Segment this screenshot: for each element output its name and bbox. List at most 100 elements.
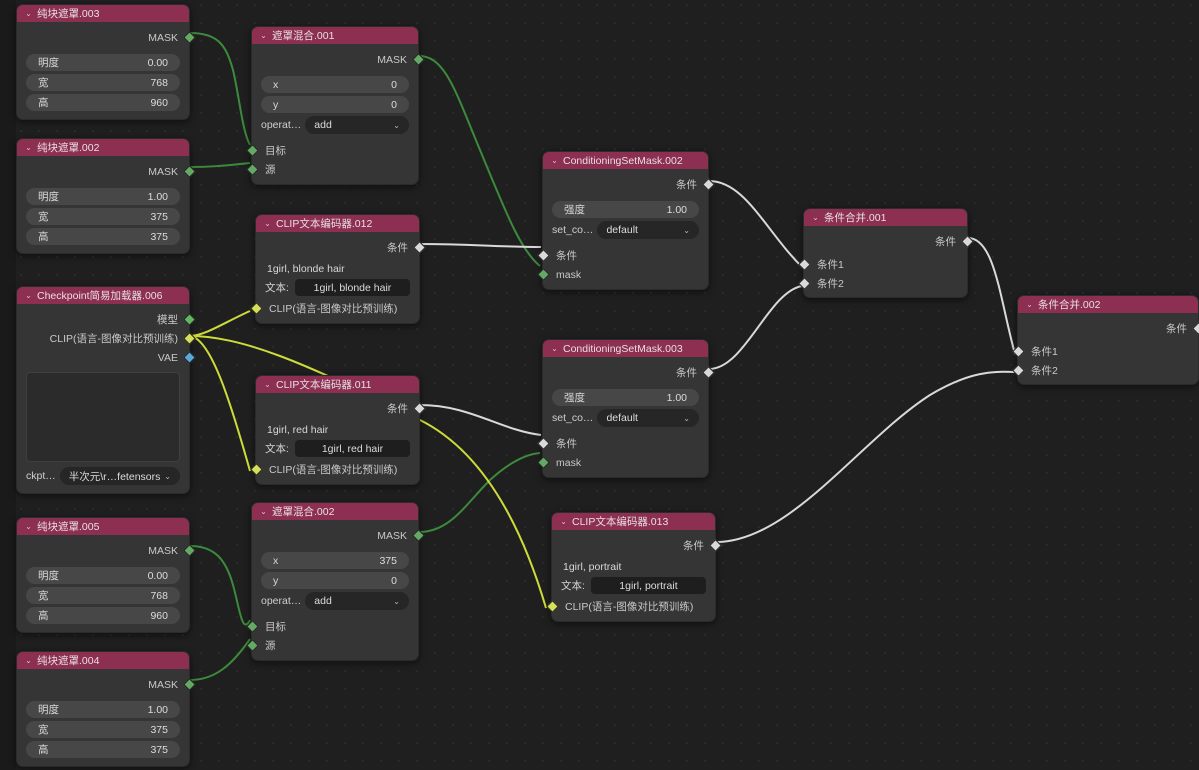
collapse-chevron-icon[interactable]: ⌄ <box>549 156 560 165</box>
node-title-bar[interactable]: ⌄ 纯块遮罩.003 <box>17 5 189 22</box>
chevron-down-icon[interactable]: ⌄ <box>683 414 690 423</box>
widget-width[interactable]: 宽 768 <box>26 587 180 604</box>
collapse-chevron-icon[interactable]: ⌄ <box>23 522 34 531</box>
node-title-bar[interactable]: ⌄ CLIP文本编码器.013 <box>552 513 715 530</box>
collapse-chevron-icon[interactable]: ⌄ <box>1024 300 1035 309</box>
input-port-source[interactable]: 源 <box>246 160 418 179</box>
node-title-bar[interactable]: ⌄ 纯块遮罩.004 <box>17 652 189 669</box>
output-port-conditioning[interactable]: 条件 <box>804 232 974 251</box>
conditioning-port-icon[interactable] <box>1192 322 1199 335</box>
widget-height[interactable]: 高 960 <box>26 607 180 624</box>
output-port-clip[interactable]: CLIP(语言-图像对比预训练) <box>17 329 196 348</box>
text-widget-input[interactable]: 1girl, portrait <box>590 577 706 594</box>
widget-width[interactable]: 宽 375 <box>26 721 180 738</box>
node-title-bar[interactable]: ⌄ 条件合并.002 <box>1018 296 1198 313</box>
input-port-conditioning[interactable]: 条件 <box>537 434 708 453</box>
widget-x[interactable]: x 375 <box>261 552 409 569</box>
node-title-bar[interactable]: ⌄ ConditioningSetMask.002 <box>543 152 708 169</box>
widget-height[interactable]: 高 375 <box>26 228 180 245</box>
node-title-bar[interactable]: ⌄ 纯块遮罩.005 <box>17 518 189 535</box>
output-port-mask[interactable]: MASK <box>17 541 196 560</box>
widget-brightness[interactable]: 明度 1.00 <box>26 188 180 205</box>
text-widget-input[interactable]: 1girl, blonde hair <box>294 279 410 296</box>
operation-select[interactable]: add ⌄ <box>305 116 409 134</box>
widget-strength[interactable]: 强度 1.00 <box>552 389 699 406</box>
widget-height[interactable]: 高 960 <box>26 94 180 111</box>
collapse-chevron-icon[interactable]: ⌄ <box>262 380 273 389</box>
node-title-bar[interactable]: ⌄ 遮罩混合.002 <box>252 503 418 520</box>
text-widget-row[interactable]: 文本: 1girl, portrait <box>561 577 706 594</box>
collapse-chevron-icon[interactable]: ⌄ <box>23 291 34 300</box>
collapse-chevron-icon[interactable]: ⌄ <box>23 9 34 18</box>
operation-row[interactable]: operat… add ⌄ <box>261 116 409 134</box>
node-conditioning-set-mask-002[interactable]: ⌄ ConditioningSetMask.002 条件 强度 1.00 set… <box>537 151 715 290</box>
input-port-destination[interactable]: 目标 <box>246 141 418 160</box>
node-solid-mask-002[interactable]: ⌄ 纯块遮罩.002 MASK 明度 1.00 宽 375 高 375 <box>16 138 196 254</box>
text-widget-row[interactable]: 文本: 1girl, red hair <box>265 440 410 457</box>
node-clip-text-encode-011[interactable]: ⌄ CLIP文本编码器.011 条件 1girl, red hair 文本: 1… <box>250 375 426 485</box>
text-widget-input[interactable]: 1girl, red hair <box>294 440 410 457</box>
input-port-mask[interactable]: mask <box>537 453 708 472</box>
collapse-chevron-icon[interactable]: ⌄ <box>549 344 560 353</box>
node-mask-composite-002[interactable]: ⌄ 遮罩混合.002 MASK x 375 y 0 operat… add ⌄ … <box>246 502 425 661</box>
input-port-clip[interactable]: CLIP(语言-图像对比预训练) <box>546 597 715 616</box>
widget-strength[interactable]: 强度 1.00 <box>552 201 699 218</box>
node-solid-mask-005[interactable]: ⌄ 纯块遮罩.005 MASK 明度 0.00 宽 768 高 960 <box>16 517 196 633</box>
collapse-chevron-icon[interactable]: ⌄ <box>558 517 569 526</box>
output-port-mask[interactable]: MASK <box>17 162 196 181</box>
node-title-bar[interactable]: ⌄ 纯块遮罩.002 <box>17 139 189 156</box>
input-port-clip[interactable]: CLIP(语言-图像对比预训练) <box>250 460 419 479</box>
input-port-conditioning-2[interactable]: 条件2 <box>1012 361 1198 380</box>
input-port-mask[interactable]: mask <box>537 265 708 284</box>
operation-row[interactable]: operat… add ⌄ <box>261 592 409 610</box>
collapse-chevron-icon[interactable]: ⌄ <box>262 219 273 228</box>
widget-brightness[interactable]: 明度 0.00 <box>26 54 180 71</box>
set-cond-area-select[interactable]: default ⌄ <box>597 409 699 427</box>
chevron-down-icon[interactable]: ⌄ <box>393 121 400 130</box>
widget-y[interactable]: y 0 <box>261 96 409 113</box>
node-title-bar[interactable]: ⌄ 条件合并.001 <box>804 209 967 226</box>
node-solid-mask-003[interactable]: ⌄ 纯块遮罩.003 MASK 明度 0.00 宽 768 高 960 <box>16 4 196 120</box>
output-port-vae[interactable]: VAE <box>17 348 196 367</box>
output-port-conditioning[interactable]: 条件 <box>543 175 715 194</box>
output-port-conditioning[interactable]: 条件 <box>256 238 426 257</box>
node-title-bar[interactable]: ⌄ 遮罩混合.001 <box>252 27 418 44</box>
ckpt-select[interactable]: 半次元\r…fetensors ⌄ <box>59 467 180 485</box>
node-conditioning-combine-001[interactable]: ⌄ 条件合并.001 条件 条件1 条件2 <box>798 208 974 298</box>
node-conditioning-set-mask-003[interactable]: ⌄ ConditioningSetMask.003 条件 强度 1.00 set… <box>537 339 715 478</box>
node-conditioning-combine-002[interactable]: ⌄ 条件合并.002 条件 条件1 条件2 <box>1012 295 1199 385</box>
output-port-model[interactable]: 模型 <box>17 310 196 329</box>
node-mask-composite-001[interactable]: ⌄ 遮罩混合.001 MASK x 0 y 0 operat… add ⌄ 目标 <box>246 26 425 185</box>
widget-brightness[interactable]: 明度 0.00 <box>26 567 180 584</box>
input-port-source[interactable]: 源 <box>246 636 418 655</box>
output-port-mask[interactable]: MASK <box>17 28 196 47</box>
collapse-chevron-icon[interactable]: ⌄ <box>258 31 269 40</box>
chevron-down-icon[interactable]: ⌄ <box>683 226 690 235</box>
widget-width[interactable]: 宽 768 <box>26 74 180 91</box>
input-port-conditioning-1[interactable]: 条件1 <box>798 255 967 274</box>
ckpt-name-row[interactable]: ckpt… 半次元\r…fetensors ⌄ <box>26 467 180 485</box>
input-port-conditioning-2[interactable]: 条件2 <box>798 274 967 293</box>
node-solid-mask-004[interactable]: ⌄ 纯块遮罩.004 MASK 明度 1.00 宽 375 高 375 <box>16 651 196 767</box>
node-title-bar[interactable]: ⌄ ConditioningSetMask.003 <box>543 340 708 357</box>
node-title-bar[interactable]: ⌄ Checkpoint简易加载器.006 <box>17 287 189 304</box>
node-clip-text-encode-012[interactable]: ⌄ CLIP文本编码器.012 条件 1girl, blonde hair 文本… <box>250 214 426 324</box>
operation-select[interactable]: add ⌄ <box>305 592 409 610</box>
widget-width[interactable]: 宽 375 <box>26 208 180 225</box>
input-port-conditioning-1[interactable]: 条件1 <box>1012 342 1198 361</box>
output-port-conditioning[interactable]: 条件 <box>543 363 715 382</box>
chevron-down-icon[interactable]: ⌄ <box>393 597 400 606</box>
collapse-chevron-icon[interactable]: ⌄ <box>23 143 34 152</box>
output-port-conditioning[interactable]: 条件 <box>256 399 426 418</box>
widget-x[interactable]: x 0 <box>261 76 409 93</box>
output-port-mask[interactable]: MASK <box>252 526 425 545</box>
output-port-mask[interactable]: MASK <box>252 50 425 69</box>
collapse-chevron-icon[interactable]: ⌄ <box>810 213 821 222</box>
set-cond-area-select[interactable]: default ⌄ <box>597 221 699 239</box>
input-port-clip[interactable]: CLIP(语言-图像对比预训练) <box>250 299 419 318</box>
output-port-conditioning[interactable]: 条件 <box>1018 319 1199 338</box>
set-cond-area-row[interactable]: set_co… default ⌄ <box>552 409 699 427</box>
node-title-bar[interactable]: ⌄ CLIP文本编码器.012 <box>256 215 419 232</box>
output-port-conditioning[interactable]: 条件 <box>552 536 722 555</box>
input-port-destination[interactable]: 目标 <box>246 617 418 636</box>
